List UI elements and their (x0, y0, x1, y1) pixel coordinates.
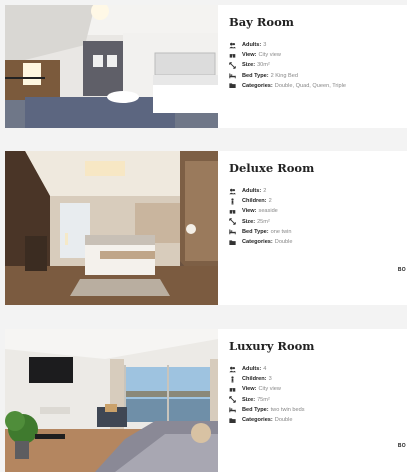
spec-view: View: seaside (229, 206, 407, 216)
room-photo-luxury[interactable] (5, 329, 218, 472)
room-title[interactable]: Bay Room (229, 15, 407, 29)
spec-value: City view (258, 52, 281, 59)
spec-key: Size: (242, 218, 256, 225)
room-spec-list: Adults: 3 View: City view Size: 30m² Bed Ty… (229, 40, 407, 91)
spec-value: 30m² (257, 62, 270, 69)
spec-value: 75m² (257, 396, 270, 403)
size-icon (229, 218, 239, 226)
spec-value: seaside (258, 208, 278, 215)
spec-key: View: (242, 386, 257, 393)
spec-bed-type: Bed Type: two twin beds (229, 405, 407, 415)
spec-key: Adults: (242, 366, 262, 372)
room-spec-list: Adults: 4 Children: 3 View: City view Size:… (229, 364, 407, 425)
room-photo-bay[interactable] (5, 5, 218, 128)
room-info-deluxe: Deluxe Room Adults: 2 Children: 2 View: sea… (229, 151, 407, 247)
room-photo-deluxe[interactable] (5, 151, 218, 305)
spec-view: View: City view (229, 384, 407, 394)
spec-key: Adults: (242, 188, 262, 194)
spec-value: two twin beds (270, 406, 305, 413)
spec-key: Categories: (242, 417, 273, 424)
spec-bed-type: Bed Type: one twin (229, 227, 407, 237)
room-card-luxury: Luxury Room Adults: 4 Children: 3 View: Cit… (5, 329, 407, 472)
spec-value: 3 (263, 42, 267, 48)
spec-key: View: (242, 52, 257, 59)
spec-key: Bed Type: (242, 72, 269, 79)
spec-categories: Categories: Double (229, 415, 407, 425)
room-title[interactable]: Deluxe Room (229, 161, 407, 175)
folder-icon (229, 416, 239, 424)
spec-key: Size: (242, 396, 256, 403)
room-spec-list: Adults: 2 Children: 2 View: seaside Size: 25… (229, 186, 407, 247)
spec-value: one twin (270, 228, 292, 235)
category-links[interactable]: Double (275, 415, 293, 425)
view-icon (229, 51, 239, 59)
spec-key: Categories: (242, 239, 273, 246)
spec-value: 3 (268, 376, 272, 383)
spec-key: Adults: (242, 42, 262, 48)
folder-icon (229, 82, 239, 90)
spec-value: 25m² (257, 218, 270, 225)
folder-icon (229, 238, 239, 246)
spec-value: 2 (268, 198, 272, 205)
child-icon (229, 375, 239, 383)
adults-icon (229, 365, 239, 373)
spec-bed-type: Bed Type: 2 King Bed (229, 71, 407, 81)
spec-key: Categories: (242, 82, 273, 89)
size-icon (229, 62, 239, 70)
room-title[interactable]: Luxury Room (229, 339, 407, 353)
book-link[interactable]: BO (398, 443, 406, 449)
room-info-bay: Bay Room Adults: 3 View: City view Size: 30… (229, 5, 407, 91)
spec-key: Bed Type: (242, 228, 269, 235)
spec-categories: Categories: Double, Quad, Queen, Triple (229, 81, 407, 91)
adults-icon (229, 187, 239, 195)
spec-children: Children: 3 (229, 374, 407, 384)
child-icon (229, 197, 239, 205)
spec-size: Size: 25m² (229, 217, 407, 227)
spec-key: Children: (242, 198, 267, 205)
room-info-luxury: Luxury Room Adults: 4 Children: 3 View: Cit… (229, 329, 407, 425)
category-links[interactable]: Double (275, 237, 293, 247)
spec-size: Size: 30m² (229, 60, 407, 70)
spec-adults: Adults: 2 (229, 186, 407, 196)
spec-view: View: City view (229, 50, 407, 60)
spec-key: Children: (242, 376, 267, 383)
spec-key: View: (242, 208, 257, 215)
spec-adults: Adults: 3 (229, 40, 407, 50)
size-icon (229, 396, 239, 404)
room-card-deluxe: Deluxe Room Adults: 2 Children: 2 View: sea… (5, 151, 407, 305)
spec-value: 2 King Bed (270, 72, 298, 79)
view-icon (229, 208, 239, 216)
spec-size: Size: 75m² (229, 395, 407, 405)
spec-children: Children: 2 (229, 196, 407, 206)
spec-key: Bed Type: (242, 406, 269, 413)
spec-value: City view (258, 386, 281, 393)
category-links[interactable]: Double, Quad, Queen, Triple (275, 81, 346, 91)
spec-value: 4 (263, 366, 267, 372)
bed-icon (229, 406, 239, 414)
bed-icon (229, 72, 239, 80)
spec-key: Size: (242, 62, 256, 69)
room-card-bay: Bay Room Adults: 3 View: City view Size: 30… (5, 5, 407, 128)
spec-value: 2 (263, 188, 267, 194)
book-link[interactable]: BO (398, 267, 406, 273)
spec-categories: Categories: Double (229, 237, 407, 247)
spec-adults: Adults: 4 (229, 364, 407, 374)
view-icon (229, 386, 239, 394)
adults-icon (229, 41, 239, 49)
bed-icon (229, 228, 239, 236)
